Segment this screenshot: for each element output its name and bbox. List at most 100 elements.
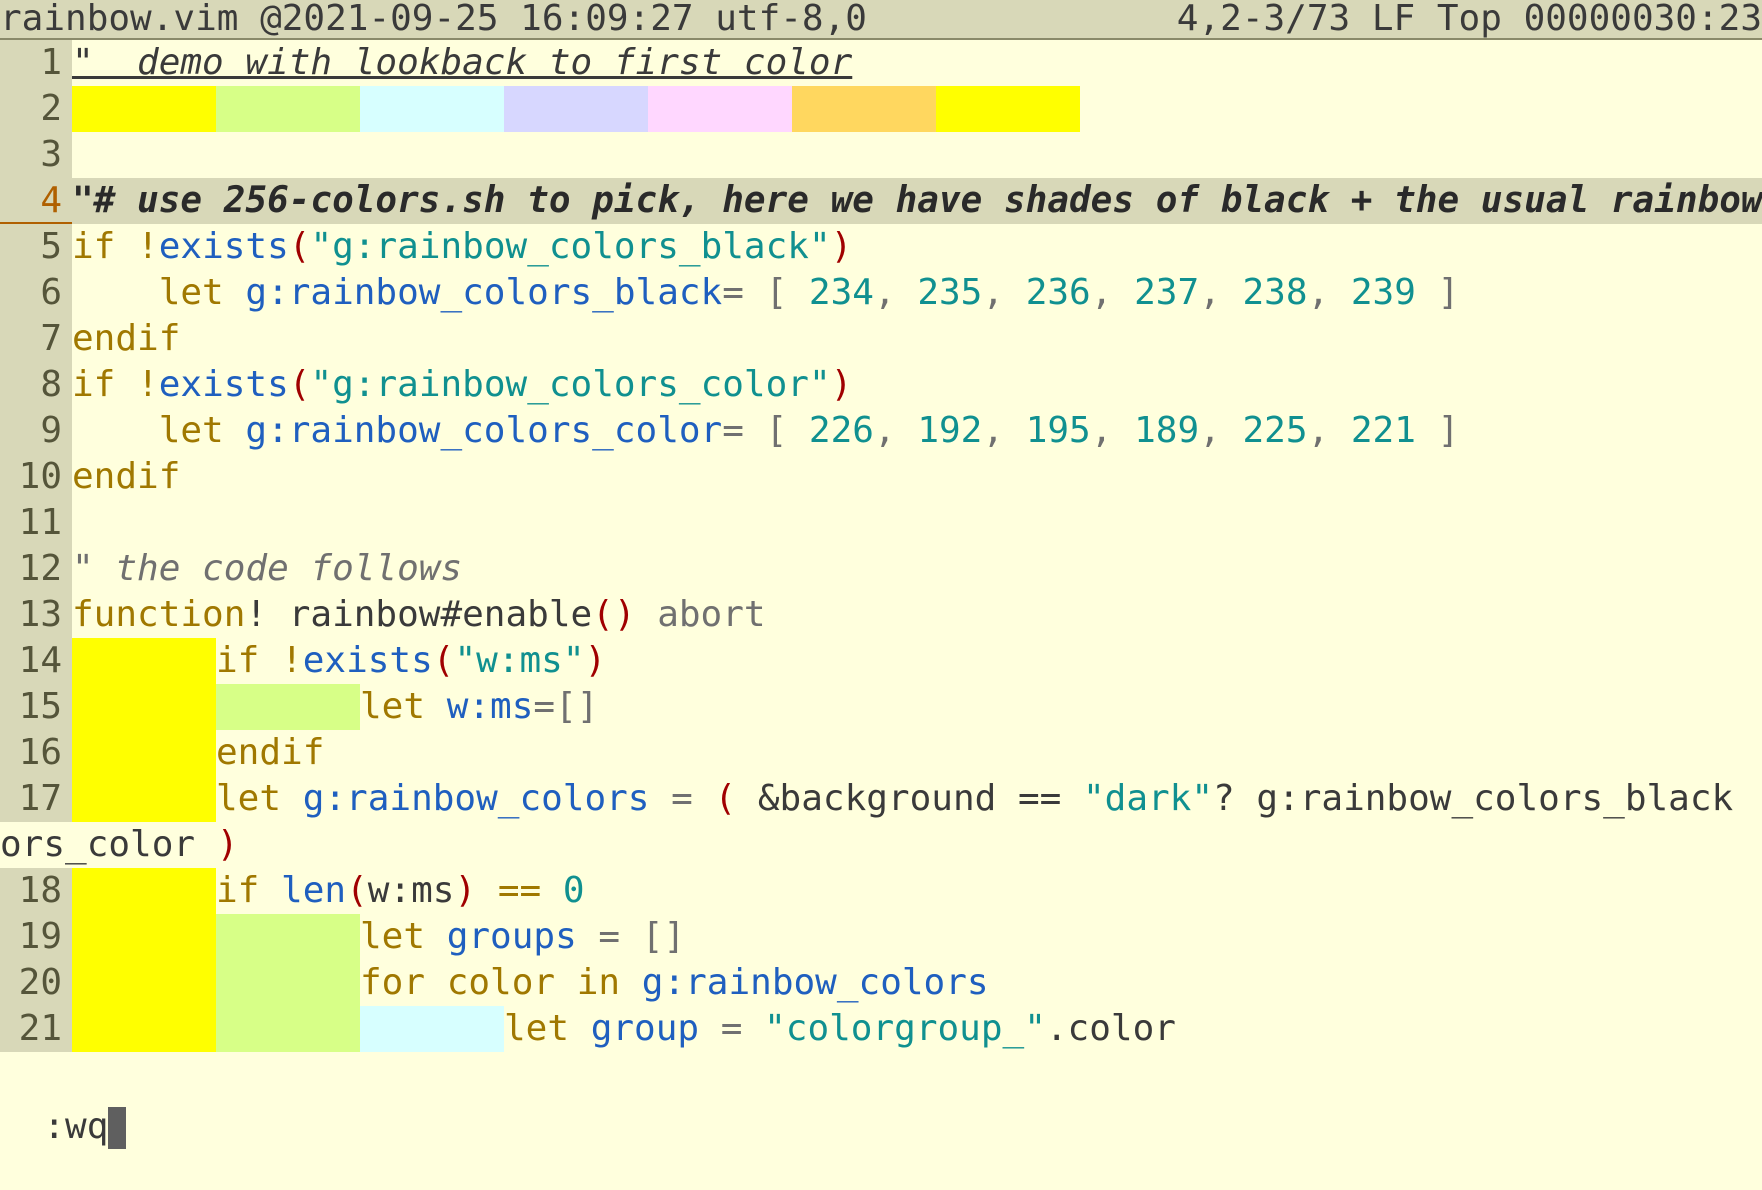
status-position: 4,2-3/73 LF Top 00000030:23 (1176, 0, 1762, 39)
indent-guide (72, 730, 216, 776)
function-name: exists (158, 226, 289, 267)
operator: = (699, 1008, 765, 1049)
bracket: ] (1415, 410, 1460, 451)
indent-guide (72, 1006, 216, 1052)
operator: = [ (722, 410, 809, 451)
number: 234 (808, 272, 874, 313)
line-number: 15 (0, 684, 72, 730)
comment: " demo with lookback to first color (72, 42, 853, 83)
number: 236 (1025, 272, 1091, 313)
current-line[interactable]: 4 "# use 256-colors.sh to pick, here we … (0, 178, 1762, 224)
separator: , (873, 272, 918, 313)
variable: w:ms (446, 686, 534, 727)
line-number: 18 (0, 868, 72, 914)
indent-guide (72, 960, 216, 1006)
variable: group (590, 1008, 700, 1049)
status-bar: rainbow.vim @2021-09-25 16:09:27 utf-8,0… (0, 0, 1762, 40)
string: "g:rainbow_colors_color" (310, 364, 831, 405)
number: 192 (917, 410, 983, 451)
wrapped-line[interactable]: ors_color ) (0, 822, 1762, 868)
separator: , (1090, 272, 1135, 313)
code-line[interactable]: 13 function! rainbow#enable() abort (0, 592, 1762, 638)
code-line[interactable]: 12 " the code follows (0, 546, 1762, 592)
line-number: 11 (0, 500, 72, 546)
keyword: endif (216, 732, 325, 773)
swatch (72, 86, 216, 132)
keyword: endif (72, 456, 181, 497)
keyword: abort (635, 594, 766, 635)
separator: , (873, 410, 918, 451)
code-line[interactable]: 19 let groups = [] (0, 914, 1762, 960)
line-number: 13 (0, 592, 72, 638)
string: "w:ms" (454, 640, 585, 681)
indent-guide (216, 684, 360, 730)
code-line[interactable]: 1 " demo with lookback to first color (0, 40, 1762, 86)
editor-buffer[interactable]: 1 " demo with lookback to first color 2 … (0, 40, 1762, 1052)
code-line[interactable]: 7 endif (0, 316, 1762, 362)
code-line[interactable]: 17 let g:rainbow_colors = ( &background … (0, 776, 1762, 822)
number: 189 (1134, 410, 1200, 451)
keyword: in (555, 962, 642, 1003)
code-line[interactable]: 5 if !exists("g:rainbow_colors_black") (0, 224, 1762, 270)
code-line[interactable]: 21 let group = "colorgroup_".color (0, 1006, 1762, 1052)
swatch (792, 86, 936, 132)
line-number: 3 (0, 132, 72, 178)
indent-guide (216, 960, 360, 1006)
code-line[interactable]: 6 let g:rainbow_colors_black= [ 234, 235… (0, 270, 1762, 316)
code-line[interactable]: 14 if !exists("w:ms") (0, 638, 1762, 684)
code-line[interactable]: 3 (0, 132, 1762, 178)
line-number: 9 (0, 408, 72, 454)
number: 238 (1242, 272, 1308, 313)
paren: ( (288, 226, 311, 267)
paren: ( (432, 640, 455, 681)
function-name: exists (158, 364, 289, 405)
keyword: function (72, 594, 246, 635)
code-line[interactable]: 18 if len(w:ms) == 0 (0, 868, 1762, 914)
variable: g:rainbow_colors (302, 778, 650, 819)
swatch (504, 86, 648, 132)
operator: ! (259, 640, 303, 681)
variable: g:rainbow_colors_color (245, 410, 723, 451)
paren: ) (830, 226, 853, 267)
paren: ) (584, 640, 607, 681)
keyword: let (360, 916, 447, 957)
code-line[interactable]: 10 endif (0, 454, 1762, 500)
operator: == (476, 870, 563, 911)
line-number: 16 (0, 730, 72, 776)
number: 195 (1025, 410, 1091, 451)
comment: "# use 256-colors.sh to pick, here we ha… (72, 180, 1762, 221)
number: 235 (917, 272, 983, 313)
keyword: if (216, 640, 260, 681)
line-number: 7 (0, 316, 72, 362)
code-line[interactable]: 2 (0, 86, 1762, 132)
separator: , (982, 272, 1026, 313)
code-line[interactable]: 15 let w:ms=[] (0, 684, 1762, 730)
paren: ) (216, 824, 239, 865)
number: 239 (1350, 272, 1416, 313)
number: 0 (562, 870, 585, 911)
keyword: endif (72, 318, 181, 359)
variable: groups (446, 916, 577, 957)
swatch (360, 86, 504, 132)
indent-guide (216, 914, 360, 960)
line-number: 14 (0, 638, 72, 684)
paren: ( (288, 364, 311, 405)
command-text: :wq (43, 1106, 109, 1147)
line-number: 8 (0, 362, 72, 408)
code-line[interactable]: 20 for color in g:rainbow_colors (0, 960, 1762, 1006)
code-line[interactable]: 8 if !exists("g:rainbow_colors_color") (0, 362, 1762, 408)
line-number: 4 (0, 178, 72, 224)
paren: ( (714, 778, 737, 819)
swatch (216, 86, 360, 132)
operator: = [ (722, 272, 809, 313)
indent-guide (72, 914, 216, 960)
separator: , (1199, 410, 1243, 451)
string: "colorgroup_" (764, 1008, 1046, 1049)
code-line[interactable]: 11 (0, 500, 1762, 546)
code-line[interactable]: 16 endif (0, 730, 1762, 776)
keyword: if (72, 226, 116, 267)
command-line[interactable]: :wq (0, 1058, 127, 1149)
code-line[interactable]: 9 let g:rainbow_colors_color= [ 226, 192… (0, 408, 1762, 454)
variable: g:rainbow_colors_black (245, 272, 723, 313)
paren: ) (454, 870, 477, 911)
